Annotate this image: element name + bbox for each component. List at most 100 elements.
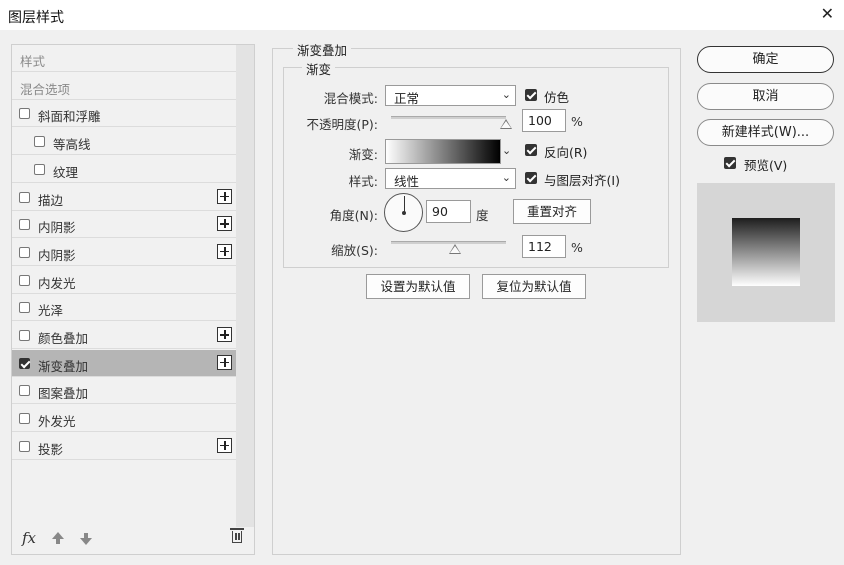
gradient-label: 渐变: <box>348 147 378 162</box>
move-up-icon[interactable] <box>52 532 64 544</box>
add-icon[interactable] <box>217 327 232 342</box>
angle-label: 角度(N): <box>329 208 378 223</box>
style-checkbox[interactable] <box>19 330 30 341</box>
style-checkbox[interactable] <box>19 357 30 369</box>
blend-mode-select[interactable]: 正常 ⌄ <box>385 85 516 106</box>
style-list-label: 图案叠加 <box>38 386 89 402</box>
style-list-item[interactable]: 光泽 <box>12 294 236 322</box>
scale-slider-thumb[interactable] <box>449 244 462 254</box>
style-list-item[interactable]: 混合选项 <box>12 73 236 100</box>
gradient-swatch[interactable] <box>385 139 501 164</box>
blend-mode-label: 混合模式: <box>323 91 378 106</box>
align-checkbox[interactable] <box>525 172 537 184</box>
set-default-button[interactable]: 设置为默认值 <box>366 274 470 299</box>
group-title: 渐变 <box>302 59 336 78</box>
style-checkbox[interactable] <box>19 413 30 425</box>
style-list-panel: 样式 混合选项 斜面和浮雕 等高线 纹理 描边 内阴影 内阴影 内发光 光泽 颜色叠加 渐变叠加 图案叠… <box>11 44 255 555</box>
style-select[interactable]: 线性 ⌄ <box>385 168 516 189</box>
style-checkbox[interactable] <box>19 302 30 314</box>
new-style-button[interactable]: 新建样式(W)... <box>697 119 834 146</box>
style-list-item[interactable]: 斜面和浮雕 <box>12 100 236 128</box>
scale-label: 缩放(S): <box>331 243 378 258</box>
fx-toolbar: fx <box>12 526 254 554</box>
style-list-label: 光泽 <box>38 303 64 319</box>
opacity-unit: % <box>571 114 583 129</box>
style-checkbox[interactable] <box>19 219 30 231</box>
style-list-item[interactable]: 渐变叠加 <box>12 349 236 377</box>
style-checkbox[interactable] <box>19 108 30 120</box>
angle-input[interactable]: 90 <box>426 200 471 223</box>
style-checkbox[interactable] <box>34 163 45 175</box>
style-list-label: 等高线 <box>53 137 91 153</box>
chevron-down-icon: ⌄ <box>501 88 511 101</box>
style-list-item[interactable]: 内发光 <box>12 267 236 294</box>
preview-swatch <box>732 218 800 286</box>
opacity-input[interactable]: 100 <box>522 109 566 132</box>
add-icon[interactable] <box>217 437 232 453</box>
style-list-label: 颜色叠加 <box>38 331 89 346</box>
angle-unit: 度 <box>476 208 489 223</box>
style-list-label: 描边 <box>38 192 64 208</box>
chevron-down-icon: ⌄ <box>501 171 511 184</box>
cancel-button[interactable]: 取消 <box>697 83 834 110</box>
scale-input[interactable]: 112 <box>522 235 566 258</box>
opacity-slider[interactable] <box>391 116 506 119</box>
add-icon[interactable] <box>217 354 232 370</box>
style-checkbox[interactable] <box>19 246 30 258</box>
style-list-item[interactable]: 内阴影 <box>12 239 236 266</box>
style-list-item[interactable]: 内阴影 <box>12 211 236 239</box>
style-list-item[interactable]: 等高线 <box>12 128 236 156</box>
reverse-label: 反向(R) <box>544 145 588 160</box>
align-label: 与图层对齐(I) <box>544 173 620 188</box>
ok-button[interactable]: 确定 <box>697 46 834 73</box>
style-checkbox[interactable] <box>34 136 45 148</box>
angle-dial[interactable] <box>384 193 423 232</box>
reset-align-button[interactable]: 重置对齐 <box>513 199 591 224</box>
add-icon[interactable] <box>217 188 232 204</box>
move-down-icon[interactable] <box>80 533 92 545</box>
dither-checkbox[interactable] <box>525 89 537 101</box>
close-icon[interactable]: ✕ <box>821 4 834 23</box>
style-checkbox[interactable] <box>19 440 30 452</box>
style-list-item[interactable]: 描边 <box>12 184 236 211</box>
style-list-label: 内阴影 <box>38 220 76 236</box>
add-icon[interactable] <box>217 216 232 232</box>
style-list-label: 投影 <box>38 441 64 457</box>
style-list-label: 内发光 <box>38 275 76 291</box>
section-title: 渐变叠加 <box>293 40 352 59</box>
title-bar: 图层样式 ✕ <box>0 0 844 30</box>
reverse-checkbox[interactable] <box>525 144 537 156</box>
style-checkbox[interactable] <box>19 385 30 397</box>
style-list-item[interactable]: 投影 <box>12 433 236 460</box>
scale-unit: % <box>571 240 583 255</box>
reset-default-button[interactable]: 复位为默认值 <box>482 274 586 299</box>
opacity-slider-thumb[interactable] <box>500 119 512 129</box>
style-value: 线性 <box>394 174 420 189</box>
style-list-item[interactable]: 外发光 <box>12 405 236 433</box>
window-title: 图层样式 <box>8 10 64 26</box>
fx-icon[interactable]: fx <box>22 529 36 547</box>
style-list-item[interactable]: 颜色叠加 <box>12 322 236 349</box>
preview-checkbox[interactable] <box>724 157 736 169</box>
chevron-down-icon[interactable]: ⌄ <box>502 139 516 164</box>
style-list-label: 内阴影 <box>38 247 76 263</box>
scrollbar[interactable] <box>236 45 254 527</box>
style-list-item[interactable]: 图案叠加 <box>12 377 236 405</box>
style-list-label: 样式 <box>20 54 46 69</box>
dither-label: 仿色 <box>544 90 570 105</box>
style-checkbox[interactable] <box>19 191 30 203</box>
style-checkbox[interactable] <box>19 274 30 286</box>
style-list-item[interactable]: 纹理 <box>12 156 236 183</box>
style-list-item[interactable]: 样式 <box>12 45 236 72</box>
style-list-label: 混合选项 <box>20 81 71 97</box>
style-list-label: 渐变叠加 <box>38 358 89 374</box>
style-list-label: 斜面和浮雕 <box>38 109 101 125</box>
style-list-label: 纹理 <box>53 164 79 180</box>
style-list-label: 外发光 <box>38 414 76 430</box>
opacity-label: 不透明度(P): <box>306 117 378 132</box>
blend-mode-value: 正常 <box>394 91 420 106</box>
preview-label: 预览(V) <box>744 158 788 173</box>
style-label: 样式: <box>348 174 378 189</box>
add-icon[interactable] <box>217 243 232 259</box>
trash-icon[interactable] <box>230 528 244 543</box>
